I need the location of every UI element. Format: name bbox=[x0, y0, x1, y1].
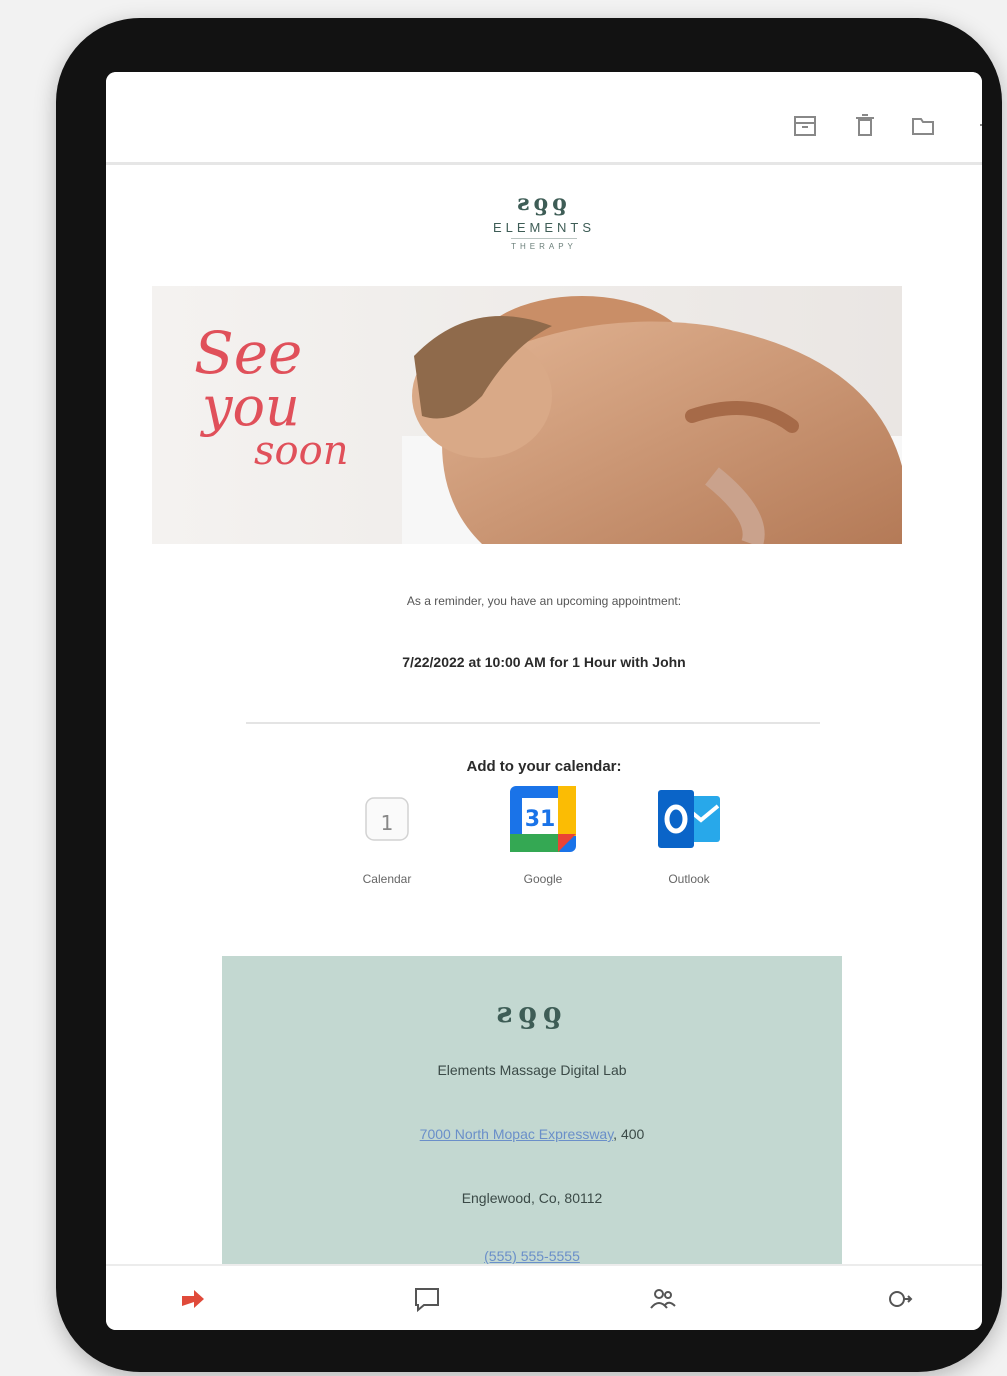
logo-name: ELEMENTS bbox=[492, 220, 596, 235]
add-google-calendar-button[interactable]: 31 Google bbox=[488, 784, 598, 886]
archive-icon[interactable] bbox=[792, 112, 818, 138]
city-line: Englewood, Co, 80112 bbox=[461, 1190, 603, 1206]
add-apple-calendar-button[interactable]: 1 Calendar bbox=[332, 784, 442, 886]
reminder-text: As a reminder, you have an upcoming appo… bbox=[406, 594, 682, 608]
outlook-label: Outlook bbox=[668, 872, 710, 886]
more-icon[interactable] bbox=[968, 112, 982, 138]
address-suffix: , 400 bbox=[613, 1126, 645, 1142]
phone-link[interactable]: (555) 555-5555 bbox=[484, 1248, 580, 1264]
business-name: Elements Massage Digital Lab bbox=[437, 1062, 627, 1078]
script-word-3: soon bbox=[254, 428, 349, 475]
chat-icon[interactable] bbox=[412, 1284, 442, 1314]
google-calendar-icon: 31 bbox=[508, 784, 578, 854]
toolbar bbox=[106, 72, 982, 165]
add-calendar-heading: Add to your calendar: bbox=[466, 758, 622, 775]
script-word-2: you bbox=[202, 375, 300, 439]
phone-line: (555) 555-5555 bbox=[222, 1248, 842, 1264]
brand-logo: ƨƍƍ ELEMENTS THERAPY bbox=[444, 190, 644, 254]
address-link[interactable]: 7000 North Mopac Expressway bbox=[420, 1126, 614, 1142]
trash-icon[interactable] bbox=[852, 112, 878, 138]
footer-logo: ƨƍƍ bbox=[496, 996, 568, 1029]
forward-icon[interactable] bbox=[884, 1284, 914, 1314]
email-screen: ƨƍƍ ELEMENTS THERAPY See you soon As a r… bbox=[106, 72, 982, 1330]
hero-banner: See you soon bbox=[152, 286, 902, 544]
logo-mark: ƨƍƍ bbox=[517, 190, 571, 216]
divider bbox=[246, 722, 820, 724]
google-label: Google bbox=[523, 872, 563, 886]
outlook-icon bbox=[654, 784, 724, 854]
logo-sub: THERAPY bbox=[511, 238, 577, 251]
appointment-details: 7/22/2022 at 10:00 AM for 1 Hour with Jo… bbox=[402, 654, 686, 670]
people-icon[interactable] bbox=[648, 1284, 678, 1314]
footer-card: ƨƍƍ Elements Massage Digital Lab 7000 No… bbox=[222, 956, 842, 1286]
calendar-label: Calendar bbox=[362, 872, 412, 886]
address-line: 7000 North Mopac Expressway, 400 bbox=[222, 1126, 842, 1142]
bottom-nav bbox=[106, 1264, 982, 1330]
add-outlook-calendar-button[interactable]: Outlook bbox=[634, 784, 744, 886]
apple-calendar-icon: 1 bbox=[352, 784, 422, 854]
reply-icon[interactable] bbox=[178, 1284, 208, 1314]
svg-text:31: 31 bbox=[525, 807, 556, 832]
script-word-1: See bbox=[194, 319, 303, 387]
folder-icon[interactable] bbox=[910, 112, 936, 138]
svg-text:1: 1 bbox=[381, 811, 394, 835]
see-you-soon-script: See you soon bbox=[194, 319, 349, 475]
